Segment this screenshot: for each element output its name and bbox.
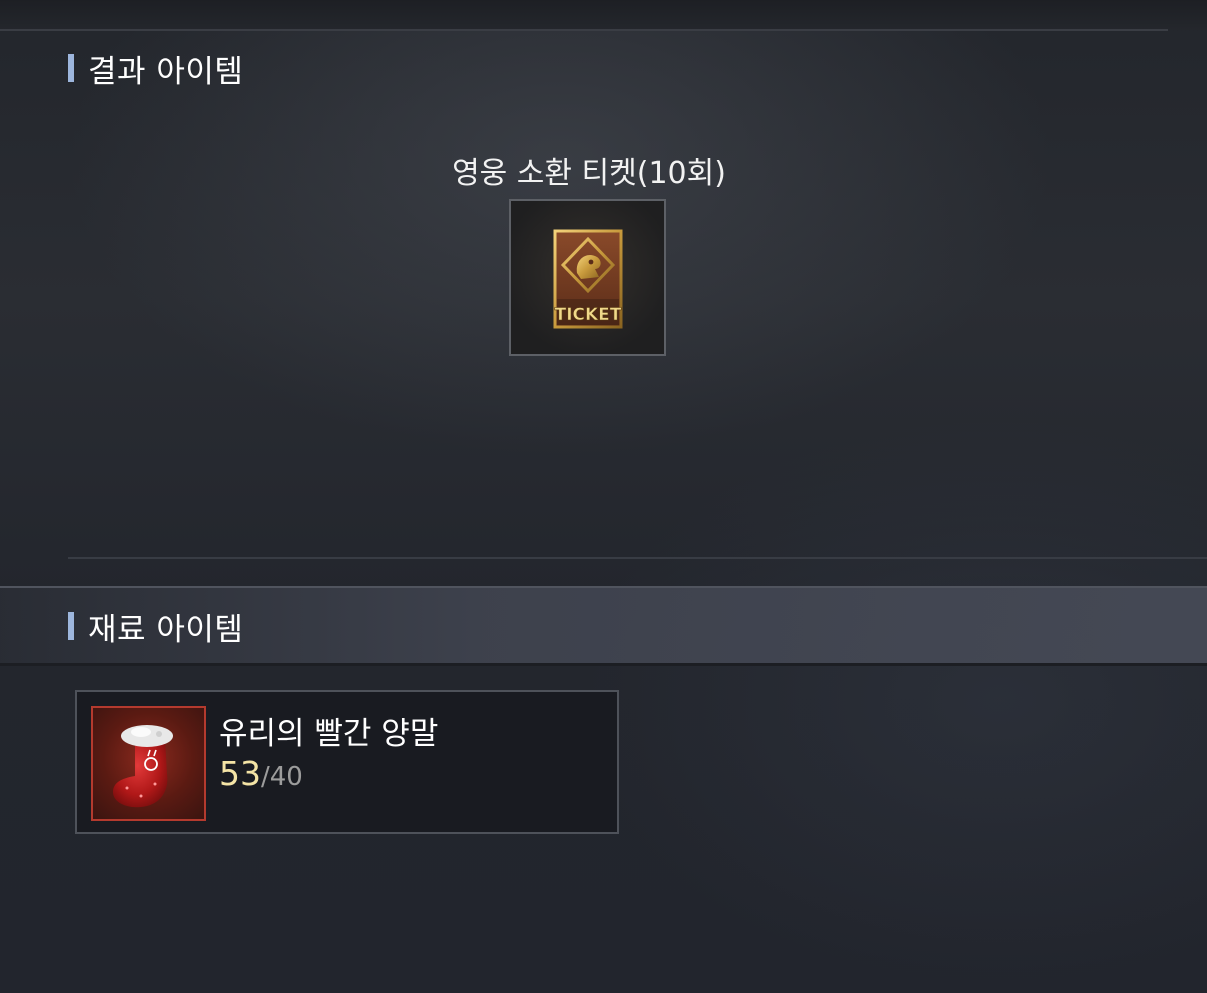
section-divider — [68, 557, 1207, 559]
hero-summon-ticket-icon: TICKET — [553, 229, 623, 329]
material-item-name: 유리의 빨간 양말 — [219, 716, 439, 752]
top-strip — [0, 0, 1207, 30]
material-count-separator: / — [261, 762, 270, 792]
result-item-slot[interactable]: TICKET — [509, 199, 666, 356]
result-section-header: 결과 아이템 — [68, 48, 244, 90]
result-section-title: 결과 아이템 — [88, 53, 244, 90]
material-item-count: 53 / 40 — [219, 754, 303, 793]
material-count-have: 53 — [219, 754, 261, 793]
material-item-card[interactable]: 유리의 빨간 양말 53 / 40 — [75, 690, 619, 834]
result-item-name: 영웅 소환 티켓(10회) — [452, 156, 726, 191]
top-divider — [0, 29, 1168, 31]
red-stocking-icon — [113, 725, 173, 808]
section-accent-bar — [68, 612, 74, 640]
material-section-header: 재료 아이템 — [68, 606, 244, 648]
ticket-icon-text: TICKET — [555, 305, 622, 325]
material-item-slot[interactable] — [91, 706, 206, 821]
material-section-title: 재료 아이템 — [88, 611, 244, 648]
material-count-need: 40 — [269, 762, 303, 792]
section-accent-bar — [68, 54, 74, 82]
